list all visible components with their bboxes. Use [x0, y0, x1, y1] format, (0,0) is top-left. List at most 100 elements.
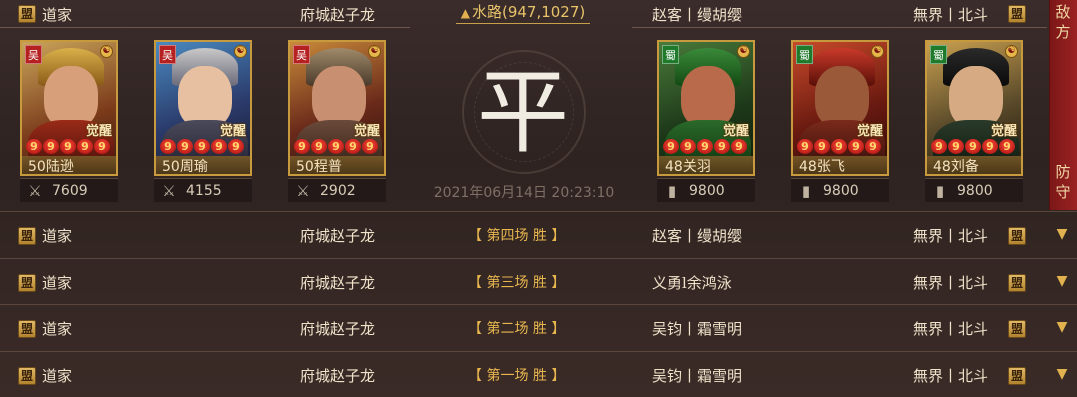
battle-result-draw: 平	[476, 59, 569, 166]
battle-row-4[interactable]: 盟 道家 府城赵子龙 【 第四场 胜 】 赵客丨缦胡缨 無界丨北斗 盟 ▼	[0, 211, 1077, 257]
hero-card-right-3[interactable]: 蜀 ☯ 觉醒 99999 48刘备 ▮ 9800	[925, 40, 1023, 203]
awaken-label: 觉醒	[353, 124, 380, 139]
faction-badge-wu: 吴	[293, 45, 310, 64]
alliance-emblem-icon: 盟	[18, 274, 36, 292]
battle-row-1[interactable]: 盟 道家 府城赵子龙 【 第一场 胜 】 吴钧丨霜雪明 無界丨北斗 盟 ▼	[0, 351, 1077, 397]
yinyang-icon: ☯	[234, 45, 247, 58]
star-icon: 9	[194, 139, 210, 154]
star-icon: 9	[77, 139, 93, 154]
left-player-name: 道家	[42, 274, 73, 292]
yinyang-icon: ☯	[871, 45, 884, 58]
left-server-name: 府城赵子龙	[300, 274, 376, 292]
star-icon: 9	[680, 139, 696, 154]
round-result: 【 第二场 胜 】	[468, 321, 566, 337]
hero-level-name: 50陆逊	[22, 156, 116, 174]
chevron-down-icon[interactable]: ▼	[1054, 273, 1070, 289]
crossed-swords-icon: ⚔	[162, 182, 176, 200]
hero-card-left-3[interactable]: 吴 ☯ 觉醒 99999 50程普 ⚔ 2902	[288, 40, 386, 203]
hero-portrait: 吴 ☯ 觉醒 99999 50程普	[288, 40, 386, 176]
battle-row-2[interactable]: 盟 道家 府城赵子龙 【 第二场 胜 】 吴钧丨霜雪明 無界丨北斗 盟 ▼	[0, 304, 1077, 350]
troop-count: 9800	[957, 183, 993, 199]
star-icon: 9	[94, 139, 110, 154]
chevron-down-icon[interactable]: ▼	[1054, 319, 1070, 335]
hero-portrait: 吴 ☯ 觉醒 99999 50陆逊	[20, 40, 118, 176]
star-icon: 9	[311, 139, 327, 154]
faction-badge-shu: 蜀	[662, 45, 679, 64]
side-label-defense: 防守	[1055, 163, 1071, 201]
chevron-down-icon[interactable]: ▼	[1054, 366, 1070, 382]
crossed-swords-icon: ⚔	[28, 182, 42, 200]
yinyang-icon: ☯	[368, 45, 381, 58]
left-player-name[interactable]: 道家	[42, 4, 72, 25]
star-icon: 9	[814, 139, 830, 154]
hero-portrait: 蜀 ☯ 觉醒 99999 48刘备	[925, 40, 1023, 176]
right-server-name: 無界丨北斗	[913, 6, 989, 24]
troop-count-bar: ⚔ 7609	[20, 178, 118, 202]
opponent-name: 赵客丨缦胡缨	[652, 227, 743, 245]
star-icon: 9	[965, 139, 981, 154]
crossed-swords-icon: ⚔	[296, 182, 310, 200]
troop-count-bar: ▮ 9800	[657, 178, 755, 202]
battle-row-3[interactable]: 盟 道家 府城赵子龙 【 第三场 胜 】 义勇l余鸿泳 無界丨北斗 盟 ▼	[0, 258, 1077, 304]
star-icon: 9	[160, 139, 176, 154]
alliance-emblem-icon: 盟	[18, 5, 36, 23]
left-player-name: 道家	[42, 367, 73, 385]
star-icon: 9	[228, 139, 244, 154]
opponent-name: 吴钧丨霜雪明	[652, 320, 743, 338]
yinyang-icon: ☯	[1005, 45, 1018, 58]
faction-badge-wu: 吴	[159, 45, 176, 64]
troop-count: 9800	[689, 183, 725, 199]
star-icon: 9	[177, 139, 193, 154]
left-player-name: 道家	[42, 227, 73, 245]
hero-card-left-2[interactable]: 吴 ☯ 觉醒 99999 50周瑜 ⚔ 4155	[154, 40, 252, 203]
location-pin-icon: ▲	[460, 6, 470, 20]
opponent-name: 义勇l余鸿泳	[652, 274, 732, 292]
awaken-label: 觉醒	[990, 124, 1017, 139]
battle-location[interactable]: ▲ 水路(947,1027)	[456, 2, 590, 24]
left-server-name: 府城赵子龙	[300, 6, 376, 24]
star-icon: 9	[663, 139, 679, 154]
troop-icon: ▮	[667, 182, 677, 200]
round-result-label: 第一场 胜	[486, 368, 547, 384]
star-icon: 9	[865, 139, 881, 154]
header-divider-left	[0, 27, 410, 28]
awaken-label: 觉醒	[219, 124, 246, 139]
hero-portrait: 蜀 ☯ 觉醒 99999 48关羽	[657, 40, 755, 176]
opponent-server: 無界丨北斗	[913, 227, 989, 245]
hero-portrait: 吴 ☯ 觉醒 99999 50周瑜	[154, 40, 252, 176]
troop-count: 7609	[52, 183, 88, 199]
troop-icon: ▮	[801, 182, 811, 200]
hero-card-right-2[interactable]: 蜀 ☯ 觉醒 99999 48张飞 ▮ 9800	[791, 40, 889, 203]
alliance-emblem-icon: 盟	[1008, 320, 1026, 338]
troop-icon: ▮	[935, 182, 945, 200]
star-rating: 99999	[931, 139, 1015, 154]
star-icon: 9	[797, 139, 813, 154]
alliance-emblem-icon: 盟	[1008, 227, 1026, 245]
star-icon: 9	[328, 139, 344, 154]
star-icon: 9	[26, 139, 42, 154]
round-result-label: 第四场 胜	[486, 228, 547, 244]
hero-level-name: 48刘备	[927, 156, 1021, 174]
hero-card-left-1[interactable]: 吴 ☯ 觉醒 99999 50陆逊 ⚔ 7609	[20, 40, 118, 203]
troop-count: 4155	[186, 183, 222, 199]
troop-count: 9800	[823, 183, 859, 199]
chevron-down-icon[interactable]: ▼	[1054, 226, 1070, 242]
alliance-emblem-icon: 盟	[18, 320, 36, 338]
star-icon: 9	[60, 139, 76, 154]
hero-card-right-1[interactable]: 蜀 ☯ 觉醒 99999 48关羽 ▮ 9800	[657, 40, 755, 203]
hero-level-name: 50周瑜	[156, 156, 250, 174]
alliance-emblem-icon: 盟	[1008, 5, 1026, 23]
star-rating: 99999	[26, 139, 110, 154]
star-icon: 9	[345, 139, 361, 154]
awaken-label: 觉醒	[85, 124, 112, 139]
round-result-label: 第三场 胜	[486, 275, 547, 291]
faction-badge-wu: 吴	[25, 45, 42, 64]
round-result-label: 第二场 胜	[486, 321, 547, 337]
star-icon: 9	[999, 139, 1015, 154]
opponent-server: 無界丨北斗	[913, 320, 989, 338]
right-player-name[interactable]: 赵客丨缦胡缨	[652, 4, 742, 25]
awaken-label: 觉醒	[722, 124, 749, 139]
star-icon: 9	[697, 139, 713, 154]
yinyang-icon: ☯	[100, 45, 113, 58]
star-icon: 9	[714, 139, 730, 154]
